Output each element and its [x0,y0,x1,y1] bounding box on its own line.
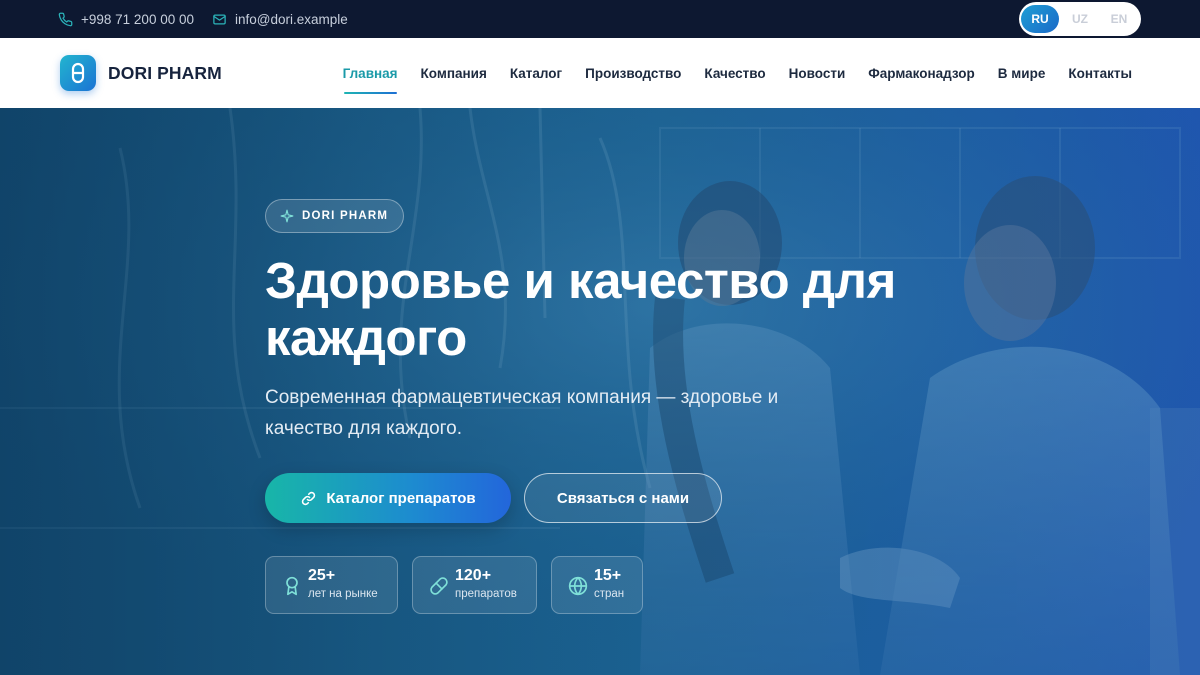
stat-value: 25+ [308,567,336,584]
hero-badge-label: DORI PHARM [302,210,389,222]
top-bar: +998 71 200 00 00 info@dori.example RU U… [0,0,1200,38]
nav-item-catalog[interactable]: Каталог [510,66,562,81]
pill-icon [430,577,448,595]
nav-item-contacts[interactable]: Контакты [1068,66,1132,81]
catalog-button-label: Каталог препаратов [326,489,476,507]
sparkle-icon [280,209,294,223]
contact-us-button-label: Связаться с нами [556,489,690,507]
pill-capsule-icon [71,62,85,84]
hero-title: Здоровье и качество для каждого [265,252,965,366]
award-icon [286,576,298,596]
hero-section: DORI PHARM Здоровье и качество для каждо… [0,108,1200,675]
hero-subtitle-line-1: Современная фармацевтическая компания — … [265,387,779,408]
stat-label: лет на рынке [308,588,378,600]
nav-item-pharmacovigilance[interactable]: Фармаконадзор [868,66,975,81]
lang-en-button[interactable]: EN [1100,5,1138,33]
nav-item-quality[interactable]: Качество [704,66,765,81]
main-navbar: DORI PHARM Главная Компания Каталог Прои… [0,38,1200,108]
stat-label: стран [594,588,625,600]
hero-badge: DORI PHARM [265,199,405,233]
nav-item-production[interactable]: Производство [585,66,681,81]
language-switcher: RU UZ EN [1019,2,1141,36]
phone-contact[interactable]: +998 71 200 00 00 [58,0,194,38]
phone-icon [58,12,73,26]
stat-value: 15+ [594,567,622,584]
nav-menu: Главная Компания Каталог Производство Ка… [343,38,1132,108]
hero-subtitle: Современная фармацевтическая компания — … [265,382,825,444]
stat-card-products: 120+ препаратов [412,556,537,614]
logo-icon[interactable] [60,55,96,91]
stat-card-years: 25+ лет на рынке [265,556,398,614]
stat-label: препаратов [455,588,517,600]
nav-item-world[interactable]: В мире [998,66,1046,81]
brand-name[interactable]: DORI PHARM [108,63,222,84]
link-icon [302,491,316,505]
hero-title-line-1: Здоровье и качество для [265,252,896,309]
nav-item-home[interactable]: Главная [343,66,398,94]
catalog-button[interactable]: Каталог препаратов [265,473,511,523]
stat-card-countries: 15+ стран [551,556,643,614]
lang-ru-button[interactable]: RU [1021,5,1059,33]
globe-icon [568,576,588,596]
hero-title-line-2: каждого [265,309,467,366]
mail-icon [213,14,226,24]
phone-number[interactable]: +998 71 200 00 00 [81,12,194,27]
lang-uz-button[interactable]: UZ [1061,5,1099,33]
stat-value: 120+ [455,567,492,584]
hero-subtitle-line-2: качество для каждого. [265,418,463,439]
nav-item-company[interactable]: Компания [421,66,487,81]
contact-us-button[interactable]: Связаться с нами [524,473,722,523]
email-contact[interactable]: info@dori.example [212,0,348,38]
nav-item-news[interactable]: Новости [789,66,846,81]
email-address[interactable]: info@dori.example [235,12,348,27]
